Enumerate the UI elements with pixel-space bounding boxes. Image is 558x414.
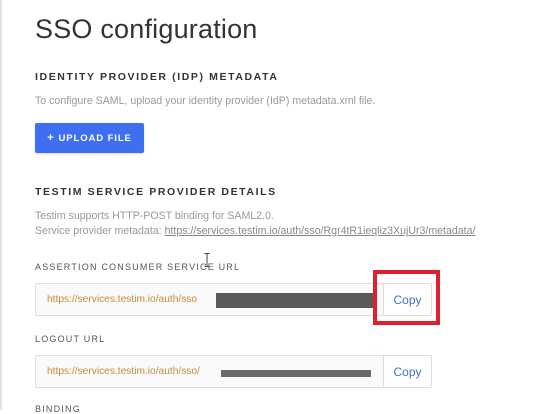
idp-section-title: IDENTITY PROVIDER (IDP) METADATA (35, 71, 279, 83)
binding-label: BINDING (35, 404, 81, 414)
acs-url-redaction (216, 293, 374, 308)
logout-copy-button[interactable]: Copy (383, 356, 431, 387)
logout-url-field: https://services.testim.io/auth/sso/ Cop… (35, 355, 432, 388)
logout-url-redaction (221, 370, 371, 377)
upload-file-button[interactable]: + UPLOAD FILE (35, 123, 144, 153)
logout-url-input[interactable]: https://services.testim.io/auth/sso/ (36, 356, 383, 387)
sp-binding-note: Testim supports HTTP-POST binding for SA… (35, 210, 274, 222)
sp-metadata-label: Service provider metadata: (35, 225, 162, 237)
acs-url-input[interactable]: https://services.testim.io/auth/sso (36, 284, 383, 315)
logout-url-label: LOGOUT URL (35, 334, 106, 344)
plus-icon: + (47, 132, 55, 144)
acs-copy-button[interactable]: Copy (383, 284, 431, 315)
idp-description: To configure SAML, upload your identity … (35, 95, 376, 107)
sp-metadata-row: Service provider metadata: https://servi… (35, 225, 475, 238)
left-border (0, 0, 2, 410)
acs-url-value: https://services.testim.io/auth/sso (47, 294, 198, 305)
upload-file-label: UPLOAD FILE (58, 132, 132, 144)
acs-url-field: https://services.testim.io/auth/sso Copy (35, 283, 432, 316)
page-title: SSO configuration (35, 14, 258, 44)
sp-metadata-link[interactable]: https://services.testim.io/auth/sso/Rgr4… (165, 225, 476, 237)
logout-url-value: https://services.testim.io/auth/sso/ (47, 366, 200, 377)
sp-section-title: TESTIM SERVICE PROVIDER DETAILS (35, 186, 277, 198)
text-cursor-icon (204, 253, 210, 267)
